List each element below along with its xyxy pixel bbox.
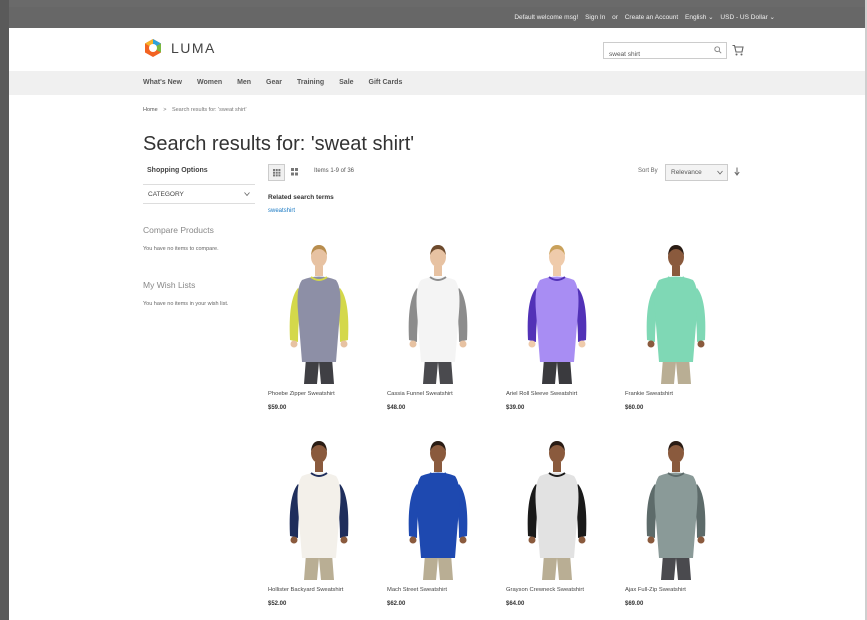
logo-text: LUMA — [171, 40, 216, 56]
product-photo[interactable] — [506, 436, 606, 582]
category-filter[interactable]: CATEGORY — [143, 184, 255, 204]
nav-item-men[interactable]: Men — [237, 79, 251, 86]
product-item[interactable]: Hollister Backyard Sweatshirt $52.00 — [268, 436, 368, 616]
product-item[interactable]: Mach Street Sweatshirt $62.00 — [387, 436, 487, 616]
cart-icon[interactable] — [732, 44, 744, 56]
main-nav: What's New Women Men Gear Training Sale … — [143, 79, 415, 86]
product-price: $62.00 — [387, 601, 406, 607]
items-count: Items 1-9 of 36 — [314, 168, 355, 174]
product-photo[interactable] — [625, 436, 725, 582]
product-photo[interactable] — [268, 436, 368, 582]
product-name[interactable]: Frankie Sweatshirt — [625, 391, 673, 397]
product-price: $60.00 — [625, 405, 644, 411]
currency-switcher[interactable]: USD - US Dollar ⌄ — [720, 14, 775, 21]
nav-item-training[interactable]: Training — [297, 79, 324, 86]
category-label: CATEGORY — [148, 191, 184, 198]
search-icon[interactable] — [714, 46, 722, 54]
breadcrumb: Home > Search results for: 'sweat shirt' — [143, 107, 247, 113]
sort-by-value: Relevance — [671, 169, 702, 176]
products-toolbar: Items 1-9 of 36 Sort By Relevance — [268, 164, 747, 181]
product-photo[interactable] — [506, 240, 606, 386]
grid-mode-button[interactable] — [268, 164, 285, 181]
welcome-text: Default welcome msg! — [514, 14, 579, 21]
chevron-down-icon — [244, 192, 250, 197]
header-links: Default welcome msg! Sign In or Create a… — [509, 13, 775, 21]
left-frame — [0, 0, 9, 620]
product-price: $69.00 — [625, 601, 644, 607]
product-photo[interactable] — [387, 240, 487, 386]
compare-empty-text: You have no items to compare. — [143, 246, 219, 252]
wish-lists-title: My Wish Lists — [143, 280, 196, 290]
product-photo[interactable] — [625, 240, 725, 386]
browser-frame: Default welcome msg! Sign In or Create a… — [0, 0, 867, 620]
shopping-options-title: Shopping Options — [147, 167, 208, 174]
product-price: $59.00 — [268, 405, 287, 411]
or-text: or — [612, 14, 618, 21]
breadcrumb-separator: > — [163, 107, 167, 113]
product-item[interactable]: Ajax Full-Zip Sweatshirt $69.00 — [625, 436, 725, 616]
product-photo[interactable] — [387, 436, 487, 582]
product-item[interactable]: Grayson Crewneck Sweatshirt $64.00 — [506, 436, 606, 616]
nav-item-gift-cards[interactable]: Gift Cards — [369, 79, 403, 86]
product-item[interactable]: Cassia Funnel Sweatshirt $48.00 — [387, 240, 487, 420]
product-item[interactable]: Ariel Roll Sleeve Sweatshirt $39.00 — [506, 240, 606, 420]
nav-bar — [9, 71, 865, 95]
page-title: Search results for: 'sweat shirt' — [143, 133, 415, 156]
product-name[interactable]: Ariel Roll Sleeve Sweatshirt — [506, 391, 577, 397]
product-photo[interactable] — [268, 240, 368, 386]
related-search-terms-title: Related search terms — [268, 194, 334, 201]
product-name[interactable]: Grayson Crewneck Sweatshirt — [506, 587, 584, 593]
logo[interactable]: LUMA — [143, 38, 216, 58]
product-item[interactable]: Phoebe Zipper Sweatshirt $59.00 — [268, 240, 368, 420]
sign-in-link[interactable]: Sign In — [585, 14, 605, 21]
search-box[interactable] — [603, 42, 727, 59]
product-name[interactable]: Hollister Backyard Sweatshirt — [268, 587, 343, 593]
sort-direction-icon[interactable] — [734, 167, 740, 176]
sort-by-select[interactable]: Relevance — [665, 164, 728, 181]
breadcrumb-home[interactable]: Home — [143, 107, 158, 113]
luma-logo-icon — [145, 39, 161, 57]
nav-item-sale[interactable]: Sale — [339, 79, 353, 86]
list-icon — [291, 168, 298, 176]
breadcrumb-current: Search results for: 'sweat shirt' — [171, 107, 247, 113]
grid-icon — [273, 169, 281, 177]
nav-item-women[interactable]: Women — [197, 79, 222, 86]
language-switcher[interactable]: English ⌄ — [685, 14, 714, 21]
product-name[interactable]: Mach Street Sweatshirt — [387, 587, 447, 593]
related-search-term-link[interactable]: sweatshirt — [268, 208, 295, 214]
nav-item-gear[interactable]: Gear — [266, 79, 282, 86]
product-price: $39.00 — [506, 405, 525, 411]
product-name[interactable]: Cassia Funnel Sweatshirt — [387, 391, 453, 397]
chevron-down-icon — [717, 170, 723, 175]
product-price: $52.00 — [268, 601, 287, 607]
wish-list-empty-text: You have no items in your wish list. — [143, 301, 229, 307]
create-account-link[interactable]: Create an Account — [625, 14, 678, 21]
compare-products-title: Compare Products — [143, 225, 214, 235]
product-price: $48.00 — [387, 405, 406, 411]
product-name[interactable]: Ajax Full-Zip Sweatshirt — [625, 587, 686, 593]
product-item[interactable]: Frankie Sweatshirt $60.00 — [625, 240, 725, 420]
product-name[interactable]: Phoebe Zipper Sweatshirt — [268, 391, 335, 397]
nav-item-whats-new[interactable]: What's New — [143, 79, 182, 86]
search-input[interactable] — [604, 47, 709, 58]
sort-by-label: Sort By — [638, 168, 658, 174]
product-price: $64.00 — [506, 601, 525, 607]
list-mode-button[interactable] — [288, 164, 302, 179]
